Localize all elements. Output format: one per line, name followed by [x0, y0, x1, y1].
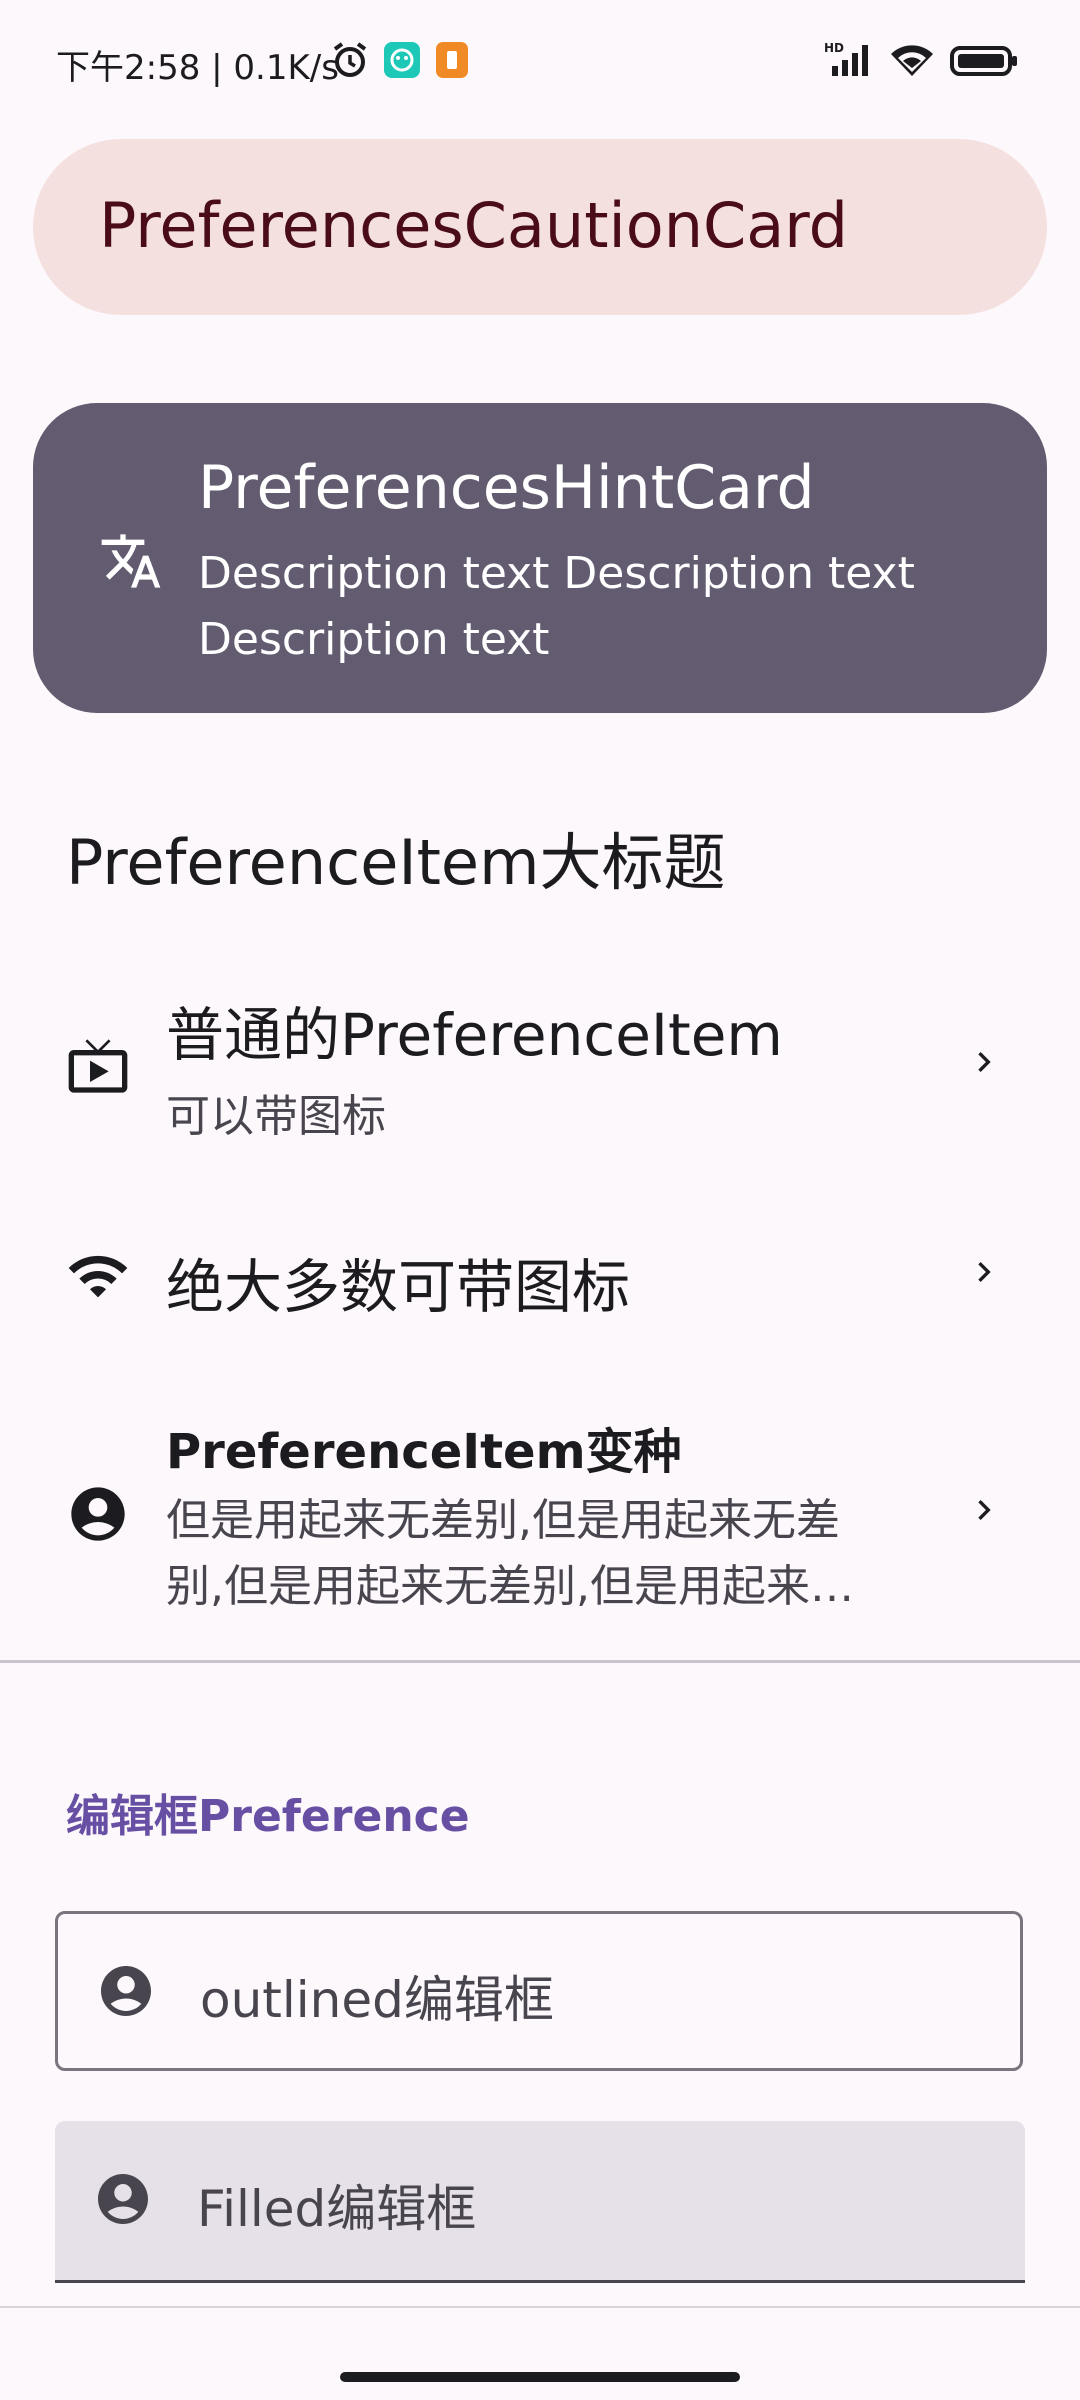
wifi-status-icon	[888, 40, 936, 84]
divider	[0, 1660, 1080, 1663]
outlined-text-field[interactable]: outlined编辑框	[55, 1911, 1023, 2071]
item-title: 绝大多数可带图标	[166, 1253, 631, 1321]
item-title: 普通的PreferenceItem	[166, 1001, 783, 1069]
gesture-nav-handle[interactable]	[340, 2372, 740, 2382]
filled-field-placeholder: Filled编辑框	[197, 2180, 477, 2238]
hint-card-title: PreferencesHintCard	[198, 453, 815, 523]
hint-card-description: Description text Description text Descri…	[198, 548, 915, 665]
preference-item-2[interactable]: 绝大多数可带图标	[0, 1190, 1080, 1360]
app-notification-icon-2	[432, 40, 472, 84]
preference-item-1[interactable]: 普通的PreferenceItem 可以带图标	[0, 960, 1080, 1170]
outlined-field-placeholder: outlined编辑框	[200, 1971, 554, 2029]
chevron-right-icon	[964, 1042, 1004, 1086]
chevron-right-icon	[964, 1490, 1004, 1534]
status-time: 下午2:58 | 0.1K/s	[56, 48, 339, 88]
hint-card[interactable]: PreferencesHintCard Description text Des…	[33, 403, 1047, 713]
battery-icon	[950, 40, 1020, 84]
item-subtitle: 可以带图标	[166, 1091, 386, 1142]
tv-icon	[66, 1034, 130, 1102]
nav-divider	[0, 2306, 1080, 2308]
account-circle-icon	[96, 1961, 156, 2025]
caution-card[interactable]: PreferencesCautionCard	[33, 139, 1047, 315]
app-notification-icon	[382, 40, 422, 84]
network-type-label: HD	[824, 41, 844, 55]
status-bar: 下午2:58 | 0.1K/s HD	[0, 0, 1080, 128]
account-circle-icon	[93, 2169, 153, 2233]
chevron-right-icon	[964, 1252, 1004, 1296]
caution-card-title: PreferencesCautionCard	[99, 189, 849, 262]
filled-text-field[interactable]: Filled编辑框	[55, 2121, 1025, 2283]
alarm-icon	[330, 40, 370, 84]
item-title: PreferenceItem变种	[166, 1424, 682, 1480]
item-subtitle: 但是用起来无差别,但是用起来无差别,但是用起来无差别,但是用起来…	[166, 1495, 854, 1612]
account-circle-icon	[66, 1482, 130, 1550]
wifi-icon	[66, 1244, 130, 1312]
signal-icon: HD	[824, 40, 880, 84]
preference-item-3[interactable]: PreferenceItem变种 但是用起来无差别,但是用起来无差别,但是用起来…	[0, 1390, 1080, 1650]
section-title: PreferenceItem大标题	[66, 826, 726, 899]
translate-icon	[99, 529, 163, 597]
edit-category-title: 编辑框Preference	[66, 1791, 470, 1842]
